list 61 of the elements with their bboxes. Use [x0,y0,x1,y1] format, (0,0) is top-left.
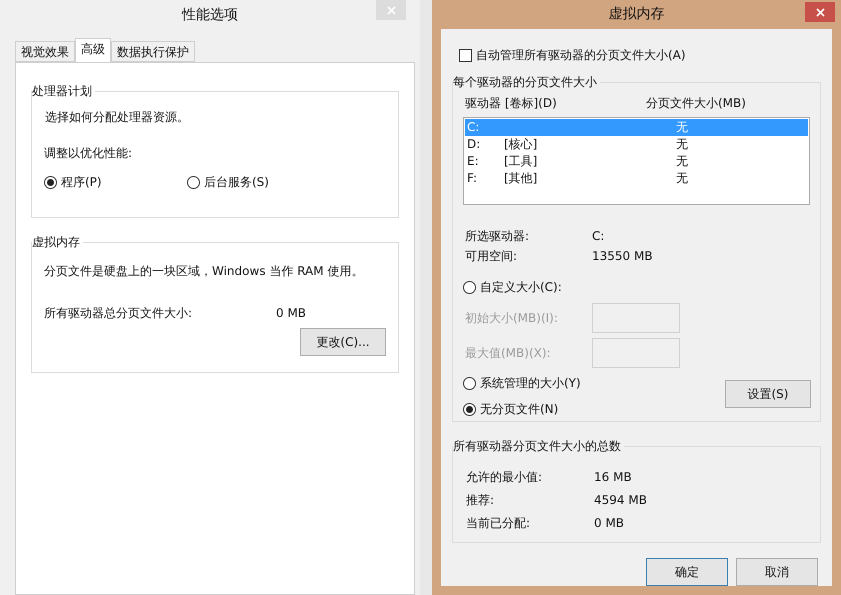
adjust-label: 调整以优化性能: [44,145,134,162]
radio-button[interactable] [463,376,476,390]
total-label: 所有驱动器总分页文件大小: [44,305,194,322]
total-label: 推荐: [466,492,496,509]
description-text: 选择如何分配处理器资源。 [44,109,190,126]
paging-size: 无 [676,136,688,153]
group-title: 处理器计划 [32,83,95,99]
set-button[interactable]: 设置(S) [725,380,811,408]
field-label: 最大值(MB)(X): [465,344,552,362]
total-value: 4594 MB [594,492,647,509]
radio-label: 无分页文件(N) [480,401,558,418]
drive-row[interactable]: E: [工具] 无 [465,153,808,170]
change-button[interactable]: 更改(C)... [300,328,386,356]
close-button[interactable] [805,2,835,22]
group-title: 虚拟内存 [32,234,83,250]
drive-row[interactable]: D: [核心] 无 [465,136,808,153]
tab[interactable]: 视觉效果 [15,41,75,62]
radio-label: 程序(P) [61,174,102,191]
radio-button[interactable] [44,176,57,188]
free-space-label: 可用空间: [465,248,518,265]
drive-label: [工具] [504,153,538,170]
drive-letter: F: [467,170,478,187]
dialog-button[interactable]: 确定 [646,558,728,586]
dialog-button[interactable]: 取消 [736,558,818,586]
total-label: 当前已分配: [466,515,532,532]
tab[interactable]: 高级 [75,38,111,63]
group-title: 所有驱动器分页文件大小的总数 [453,438,624,454]
selected-drive-value: C: [592,228,604,245]
field-label: 初始大小(MB)(I): [465,310,559,326]
checkbox-label: 自动管理所有驱动器的分页文件大小(A) [476,47,686,64]
total-label: 允许的最小值: [466,469,544,486]
checkbox[interactable] [459,48,472,62]
drive-label: [其他] [504,170,538,187]
paging-size: 无 [676,119,688,136]
drive-letter: E: [467,153,480,170]
drive-letter: D: [467,136,482,153]
window-title: 虚拟内存 [608,5,664,24]
radio-label: 系统管理的大小(Y) [480,375,581,392]
total-value: 0 MB [276,305,306,322]
window-title: 性能选项 [182,6,238,24]
drive-row[interactable]: F: [其他] 无 [465,170,808,187]
description-text: 分页文件是硬盘上的一块区域，Windows 当作 RAM 使用。 [44,263,364,280]
close-icon [386,6,396,14]
drive-letter: C: [467,119,480,136]
radio-label: 自定义大小(C): [480,279,562,296]
column-header: 分页文件大小(MB) [646,95,746,112]
column-header: 驱动器 [卷标](D) [465,95,558,112]
radio-label: 后台服务(S) [204,174,269,191]
tab[interactable]: 数据执行保护 [111,41,195,62]
radio-button[interactable] [463,402,476,416]
total-value: 0 MB [594,515,624,532]
drive-label: [核心] [504,136,538,153]
radio-button[interactable] [187,176,200,188]
close-icon [816,8,824,16]
free-space-value: 13550 MB [592,248,653,265]
paging-size: 无 [676,153,688,170]
selected-drive-label: 所选驱动器: [465,228,530,245]
total-value: 16 MB [594,469,632,486]
radio-button[interactable] [463,280,476,294]
paging-size: 无 [676,170,688,187]
group-title: 每个驱动器的分页文件大小 [453,74,600,90]
